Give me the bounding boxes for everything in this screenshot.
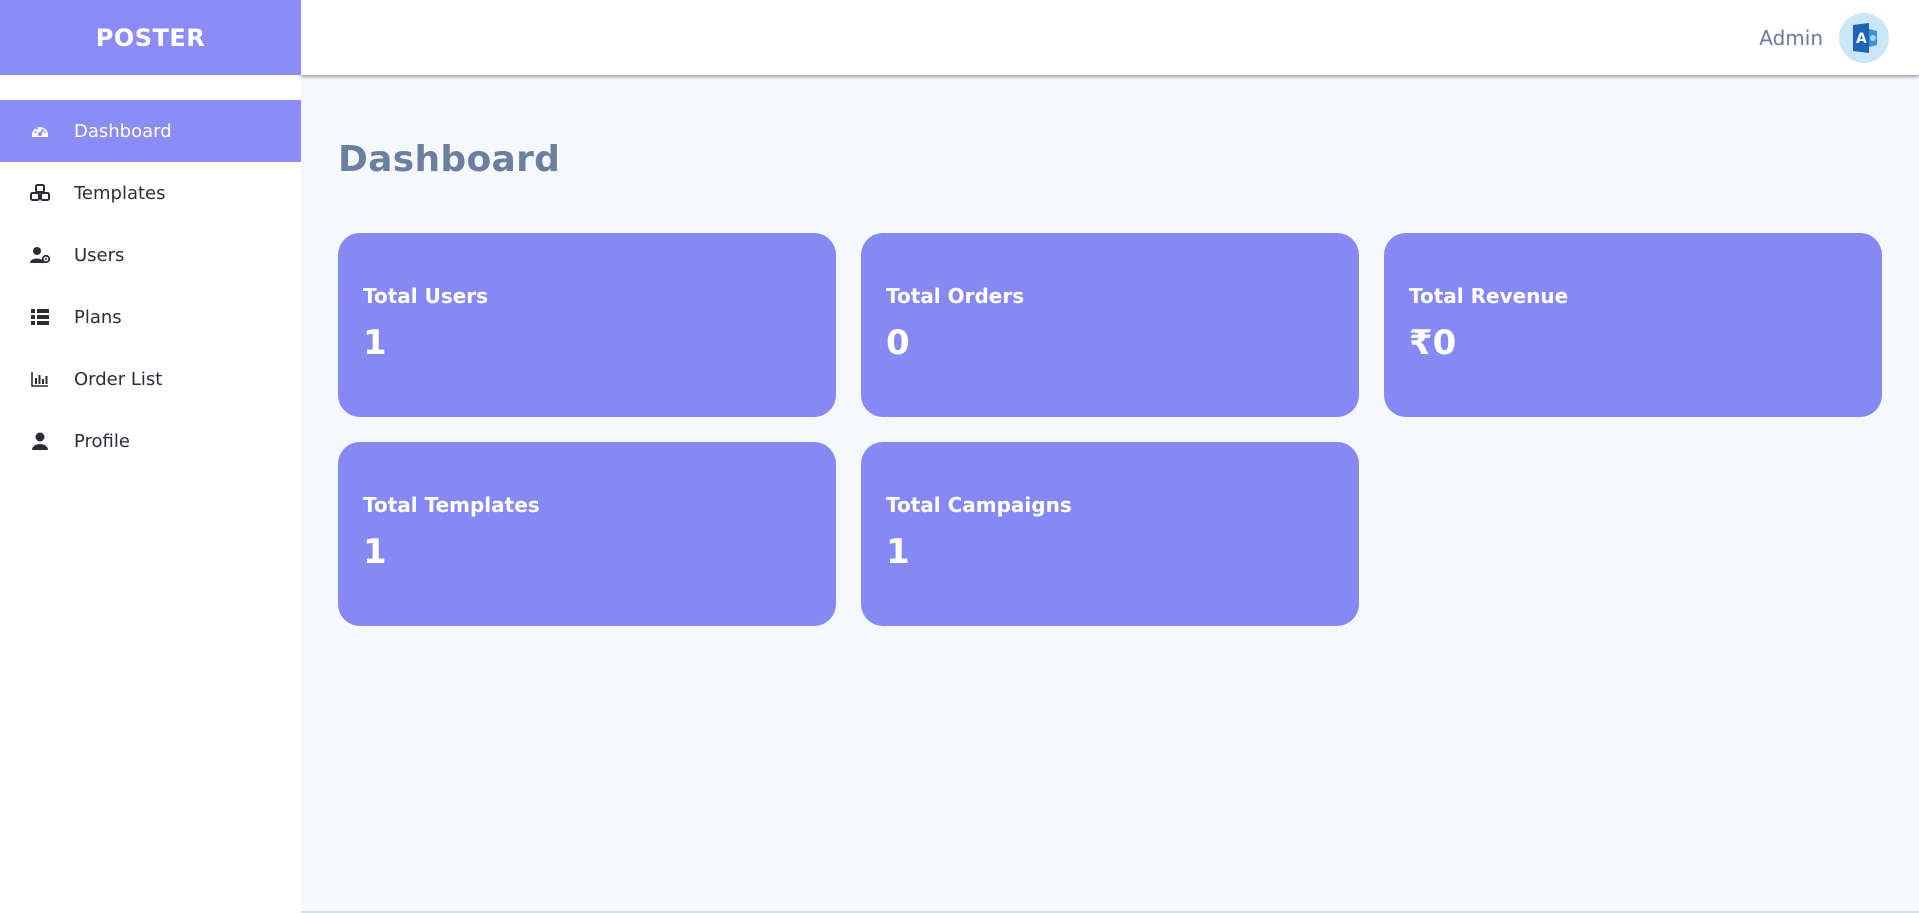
- stats-grid: Total Users 1 Total Orders 0 Total Reven…: [338, 233, 1883, 626]
- stat-card-value: ₹0: [1409, 323, 1457, 363]
- main-content: Dashboard Total Users 1 Total Orders 0 T…: [301, 75, 1919, 913]
- sidebar-item-plans[interactable]: Plans: [0, 286, 301, 348]
- bar-chart-icon: [30, 369, 50, 389]
- sidebar-item-label: Order List: [74, 368, 163, 390]
- avatar-logo-icon: A: [1853, 22, 1877, 53]
- sidebar-item-label: Dashboard: [74, 120, 172, 142]
- sidebar-item-label: Profile: [74, 430, 130, 452]
- user-icon: [30, 431, 50, 451]
- sidebar-item-order-list[interactable]: Order List: [0, 348, 301, 410]
- stat-card-total-revenue: Total Revenue ₹0: [1384, 233, 1882, 417]
- avatar[interactable]: A: [1839, 12, 1889, 63]
- sidebar-item-dashboard[interactable]: Dashboard: [0, 100, 301, 162]
- stat-card-total-campaigns: Total Campaigns 1: [861, 442, 1359, 626]
- stat-card-total-users: Total Users 1: [338, 233, 836, 417]
- top-bar: Admin A: [301, 0, 1919, 75]
- stat-card-title: Total Users: [363, 284, 489, 308]
- stat-card-title: Total Revenue: [1409, 284, 1569, 308]
- sidebar-item-users[interactable]: Users: [0, 224, 301, 286]
- stat-card-value: 0: [886, 323, 910, 363]
- stat-card-value: 1: [886, 532, 910, 572]
- brand-name: POSTER: [95, 23, 206, 52]
- stat-card-title: Total Campaigns: [886, 493, 1072, 517]
- sidebar-item-label: Plans: [74, 306, 122, 328]
- sidebar-item-label: Templates: [74, 182, 166, 204]
- page-title: Dashboard: [338, 139, 561, 180]
- sidebar-item-templates[interactable]: Templates: [0, 162, 301, 224]
- templates-icon: [30, 183, 50, 203]
- sidebar-item-profile[interactable]: Profile: [0, 410, 301, 472]
- brand-logo[interactable]: POSTER: [0, 0, 301, 75]
- list-icon: [30, 307, 50, 327]
- stat-card-title: Total Templates: [363, 493, 540, 517]
- stat-card-title: Total Orders: [886, 284, 1025, 308]
- stat-card-value: 1: [363, 323, 387, 363]
- dashboard-gauge-icon: [30, 121, 50, 141]
- stat-card-total-orders: Total Orders 0: [861, 233, 1359, 417]
- stat-card-total-templates: Total Templates 1: [338, 442, 836, 626]
- app: POSTER Admin A Dashboard Templates Users…: [0, 0, 1919, 913]
- stat-card-value: 1: [363, 532, 387, 572]
- sidebar: Dashboard Templates Users Plans Order Li…: [0, 75, 301, 913]
- users-gear-icon: [30, 245, 50, 265]
- user-name[interactable]: Admin: [1759, 26, 1823, 50]
- avatar-letter: A: [1856, 31, 1867, 47]
- sidebar-item-label: Users: [74, 244, 125, 266]
